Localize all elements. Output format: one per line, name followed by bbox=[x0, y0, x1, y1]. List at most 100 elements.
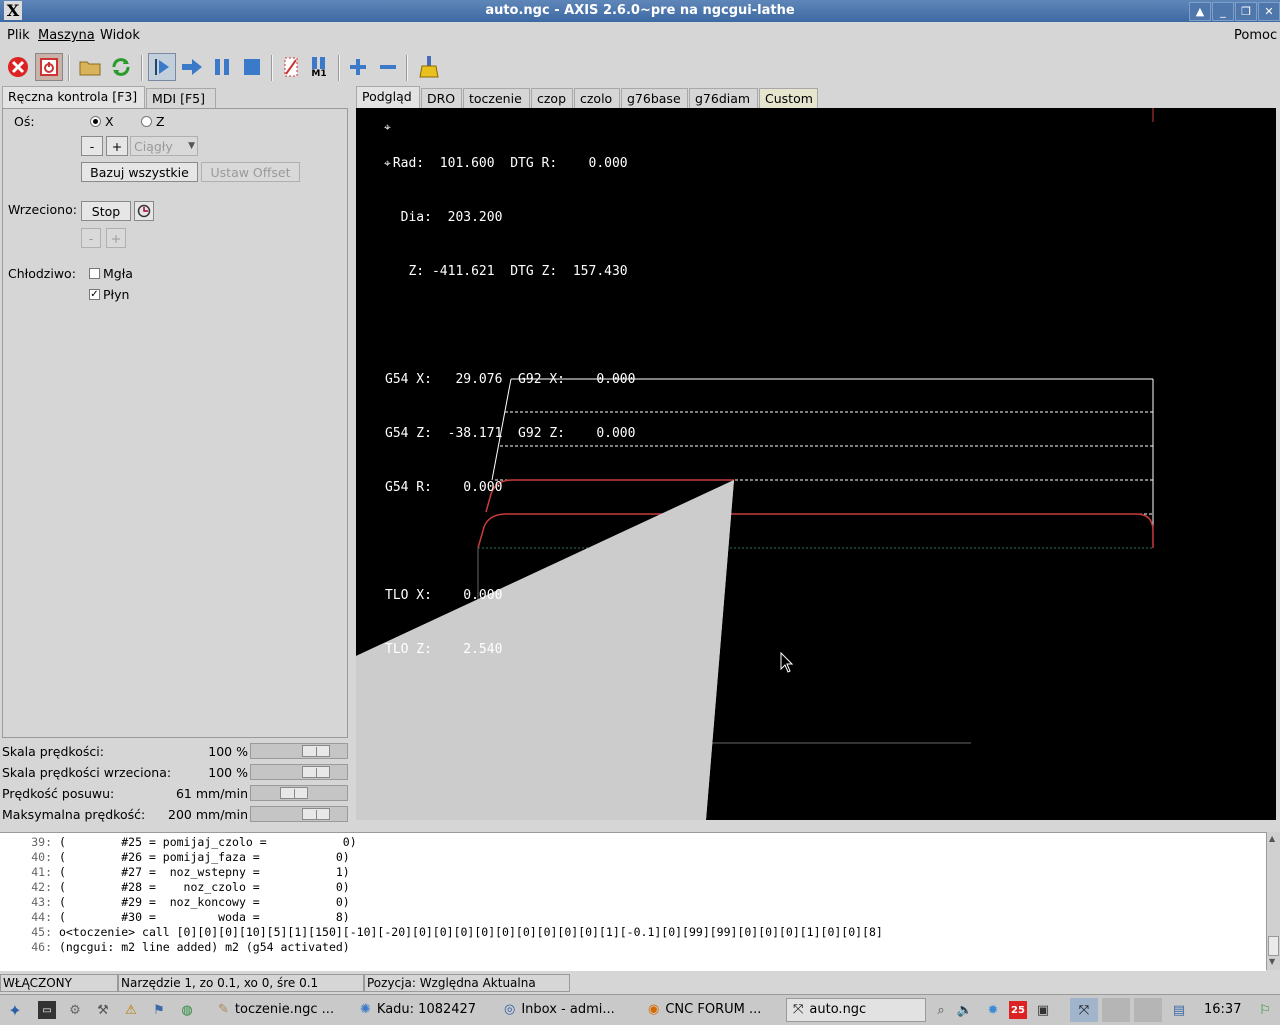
flood-checkbox[interactable]: ✓ bbox=[89, 289, 100, 300]
reload-icon[interactable] bbox=[107, 53, 135, 81]
taskbar-item[interactable]: ◎ Inbox - admi... bbox=[504, 998, 642, 1022]
block-delete-icon[interactable] bbox=[277, 53, 305, 81]
estop-icon[interactable] bbox=[4, 53, 32, 81]
tab-g76diam[interactable]: g76diam bbox=[689, 88, 758, 108]
clock[interactable]: 16:37 bbox=[1204, 1002, 1241, 1017]
slider-thumb[interactable] bbox=[280, 787, 308, 799]
workspace-1-icon[interactable]: ⤧ bbox=[1070, 998, 1098, 1022]
dro-line: Z: -411.621 DTG Z: 157.430 bbox=[385, 264, 628, 279]
max-velocity-slider[interactable] bbox=[250, 806, 348, 822]
mist-checkbox[interactable] bbox=[89, 268, 100, 279]
tab-czop[interactable]: czop bbox=[531, 88, 573, 108]
scroll-up-icon[interactable]: ▲ bbox=[1269, 834, 1275, 843]
browser-icon[interactable]: ◍ bbox=[178, 1001, 196, 1019]
spindle-brake-icon[interactable] bbox=[134, 201, 154, 221]
slider-value: 200 mm/min bbox=[168, 807, 248, 822]
jog-mode-select[interactable]: Ciągły ▼ bbox=[130, 136, 198, 156]
jog-minus-button[interactable]: - bbox=[81, 136, 103, 156]
taskbar-item[interactable]: ✎ toczenie.ngc ... bbox=[218, 998, 356, 1022]
step-icon[interactable] bbox=[178, 53, 206, 81]
slider-thumb[interactable] bbox=[302, 745, 330, 757]
scroll-down-icon[interactable]: ▼ bbox=[1269, 957, 1275, 966]
slider-thumb[interactable] bbox=[302, 808, 330, 820]
gcode-line[interactable]: 41: ( #27 = noz_wstepny = 1) bbox=[0, 865, 350, 879]
network-icon[interactable]: ⚑ bbox=[150, 1001, 168, 1019]
home-all-button[interactable]: Bazuj wszystkie bbox=[81, 162, 198, 182]
search-icon[interactable]: ⌕ bbox=[932, 1001, 950, 1019]
tab-manual-control[interactable]: Ręczna kontrola [F3] bbox=[2, 86, 145, 108]
slider-row: Skala prędkości wrzeciona: 100 % bbox=[0, 763, 352, 784]
scroll-thumb[interactable] bbox=[1268, 936, 1279, 956]
close-icon[interactable]: ✕ bbox=[1258, 2, 1280, 21]
dro-line bbox=[385, 533, 635, 551]
clear-plot-icon[interactable] bbox=[415, 53, 443, 81]
terminal-icon[interactable]: ▭ bbox=[38, 1001, 56, 1019]
gcode-line[interactable]: 44: ( #30 = woda = 8) bbox=[0, 910, 350, 924]
axis-x-radio[interactable] bbox=[90, 116, 101, 127]
tools-icon[interactable]: ⚒ bbox=[94, 1001, 112, 1019]
zoom-out-icon[interactable] bbox=[374, 53, 402, 81]
workspace-2-icon[interactable] bbox=[1102, 998, 1130, 1022]
volume-icon[interactable]: 🔈 bbox=[956, 1001, 974, 1019]
dro-line: G54 Z: -38.171 G92 Z: 0.000 bbox=[385, 426, 636, 441]
maximize-icon[interactable]: ❐ bbox=[1235, 2, 1257, 21]
mist-label: Mgła bbox=[103, 266, 133, 281]
jog-speed-slider[interactable] bbox=[250, 785, 348, 801]
optional-stop-icon[interactable]: M1 bbox=[305, 53, 333, 81]
menu-plik[interactable]: Plik bbox=[7, 28, 30, 43]
gcode-listing[interactable]: 39: ( #25 = pomijaj_czolo = 0) 40: ( #26… bbox=[0, 832, 1266, 971]
open-file-icon[interactable] bbox=[76, 53, 104, 81]
settings-icon[interactable]: ⚙ bbox=[66, 1001, 84, 1019]
menu-pomoc[interactable]: Pomoc bbox=[1234, 28, 1277, 43]
weather-icon[interactable]: ✹ bbox=[984, 1001, 1002, 1019]
taskbar-item[interactable]: ⤧ auto.ngc bbox=[786, 998, 926, 1022]
gcode-scrollbar[interactable]: ▲ ▼ bbox=[1266, 832, 1280, 970]
spindle-faster-button[interactable]: + bbox=[106, 228, 126, 248]
pause-icon[interactable] bbox=[208, 53, 236, 81]
gcode-line[interactable]: 42: ( #28 = noz_czolo = 0) bbox=[0, 880, 350, 894]
gcode-line[interactable]: 39: ( #25 = pomijaj_czolo = 0) bbox=[0, 835, 356, 849]
gcode-line[interactable]: 43: ( #29 = noz_koncowy = 0) bbox=[0, 895, 350, 909]
notes-icon[interactable]: ▤ bbox=[1170, 1001, 1188, 1019]
axis-z-radio[interactable] bbox=[141, 116, 152, 127]
taskbar-item[interactable]: ◉ CNC FORUM ... bbox=[648, 998, 786, 1022]
feed-override-slider[interactable] bbox=[250, 743, 348, 759]
tab-preview[interactable]: Podgląd bbox=[356, 86, 420, 108]
menu-widok[interactable]: Widok bbox=[100, 28, 140, 43]
tab-custom[interactable]: Custom bbox=[759, 88, 818, 108]
toolpath-preview[interactable]: Rad: 101.600 DTG R: 0.000 Dia: 203.200 Z… bbox=[356, 108, 1276, 820]
spindle-override-slider[interactable] bbox=[250, 764, 348, 780]
menu-bar: Plik Maszyna Widok Pomoc bbox=[0, 22, 1280, 48]
tab-dro[interactable]: DRO bbox=[421, 88, 462, 108]
slider-row: Skala prędkości: 100 % bbox=[0, 742, 352, 763]
tab-mdi[interactable]: MDI [F5] bbox=[146, 88, 216, 108]
workspace-3-icon[interactable] bbox=[1134, 998, 1162, 1022]
jog-plus-button[interactable]: + bbox=[106, 136, 128, 156]
minimize-icon[interactable]: _ bbox=[1212, 2, 1234, 21]
dro-line: G54 X: 29.076 G92 X: 0.000 bbox=[385, 372, 636, 387]
gcode-line[interactable]: 46: (ngcgui: m2 line added) m2 (g54 acti… bbox=[0, 940, 350, 954]
power-icon[interactable] bbox=[35, 53, 63, 81]
slider-row: Prędkość posuwu: 61 mm/min bbox=[0, 784, 352, 805]
display-icon[interactable]: ▣ bbox=[1034, 1001, 1052, 1019]
run-icon[interactable] bbox=[148, 53, 176, 81]
taskbar-item[interactable]: ✺ Kadu: 1082427 bbox=[360, 998, 500, 1022]
tab-toczenie[interactable]: toczenie bbox=[463, 88, 530, 108]
calendar-icon[interactable]: 25 bbox=[1009, 1001, 1027, 1019]
tab-czolo[interactable]: czolo bbox=[574, 88, 620, 108]
slider-row: Maksymalna prędkość: 200 mm/min bbox=[0, 805, 352, 826]
axis-launcher-icon[interactable]: ⚠ bbox=[122, 1001, 140, 1019]
spindle-stop-button[interactable]: Stop bbox=[81, 201, 131, 221]
gcode-line[interactable]: 40: ( #26 = pomijaj_faza = 0) bbox=[0, 850, 350, 864]
stop-icon[interactable] bbox=[238, 53, 266, 81]
set-offset-button[interactable]: Ustaw Offset bbox=[201, 162, 300, 182]
menu-maszyna[interactable]: Maszyna bbox=[38, 28, 95, 43]
zoom-in-icon[interactable] bbox=[344, 53, 372, 81]
spindle-slower-button[interactable]: - bbox=[81, 228, 101, 248]
gcode-line[interactable]: 45: o<toczenie> call [0][0][0][10][5][1]… bbox=[0, 925, 883, 939]
logout-icon[interactable]: ⚐ bbox=[1256, 1001, 1274, 1019]
raise-icon[interactable]: ▲ bbox=[1189, 2, 1211, 21]
start-menu-icon[interactable]: ✦ bbox=[4, 999, 26, 1021]
tab-g76base[interactable]: g76base bbox=[621, 88, 688, 108]
slider-thumb[interactable] bbox=[302, 766, 330, 778]
